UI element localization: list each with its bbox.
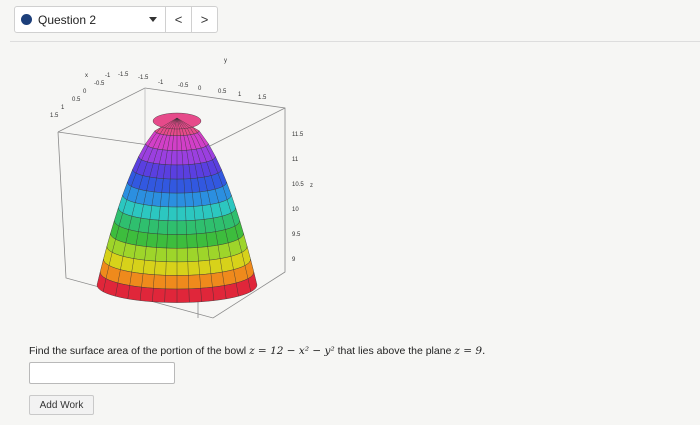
y-tick-label: 0: [198, 86, 202, 92]
y-tick-label: 0.5: [218, 89, 227, 95]
question-select[interactable]: Question 2: [14, 6, 166, 33]
chevron-down-icon: [149, 17, 157, 22]
y-tick-label: -1.5: [118, 72, 129, 78]
y-ticks: -1.5 -1.5 -1 -0.5 0 0.5 1 1.5: [118, 72, 267, 101]
x-tick-label: 1: [61, 105, 65, 111]
y-axis-label: y: [224, 58, 227, 64]
y-tick-label: 1: [238, 92, 242, 98]
bowl-equation: z = 12 − x² − y²: [249, 345, 335, 357]
paraboloid-surface: [96, 112, 258, 303]
chevron-left-icon: <: [174, 12, 183, 27]
z-tick-label: 10: [292, 207, 299, 213]
paraboloid-figure: x y z 1.510.50-0.5-1 -1.5 -1.5-1 -0.5 0 0.5 1…: [50, 58, 313, 319]
y-tick-label: -1: [158, 80, 164, 86]
question-label: Question 2: [38, 12, 97, 27]
divider: [10, 41, 700, 42]
z-tick-label: 11.5: [292, 132, 304, 138]
z-ticks: 11.5 11 10.5 10 9.5 9: [292, 132, 304, 263]
x-tick-label: -1: [105, 73, 111, 79]
plane-equation: z = 9.: [454, 345, 486, 357]
x-axis-label: x: [85, 73, 88, 79]
z-tick-label: 11: [292, 157, 299, 163]
chevron-right-icon: >: [200, 12, 209, 27]
question-middle: that lies above the plane: [334, 345, 455, 357]
x-tick-label: 0.5: [72, 97, 81, 103]
y-tick-label: 1.5: [258, 95, 267, 101]
x-tick-label: -0.5: [94, 81, 105, 87]
x-tick-label: 1.5: [50, 113, 59, 119]
add-work-button[interactable]: Add Work: [29, 395, 94, 415]
prev-question-button[interactable]: <: [166, 6, 192, 33]
z-tick-label: 9.5: [292, 232, 301, 238]
question-nav: Question 2 < >: [14, 6, 218, 33]
x-tick-label: 0: [83, 89, 87, 95]
z-tick-label: 10.5: [292, 182, 304, 188]
answer-input[interactable]: [29, 362, 175, 384]
z-tick-label: 9: [292, 257, 296, 263]
next-question-button[interactable]: >: [192, 6, 218, 33]
y-tick-label: -1.5: [138, 75, 149, 81]
status-dot-icon: [21, 14, 32, 25]
question-text: Find the surface area of the portion of …: [29, 345, 485, 357]
y-tick-label: -0.5: [178, 83, 189, 89]
x-ticks: 1.51 0.50 -0.5-1: [50, 73, 111, 119]
question-prefix: Find the surface area of the portion of …: [29, 345, 250, 357]
z-axis-label: z: [310, 183, 313, 189]
page: Question 2 < > x y z 1.5 1 0.5 0 -0.5 -1 -1.5…: [0, 0, 700, 425]
